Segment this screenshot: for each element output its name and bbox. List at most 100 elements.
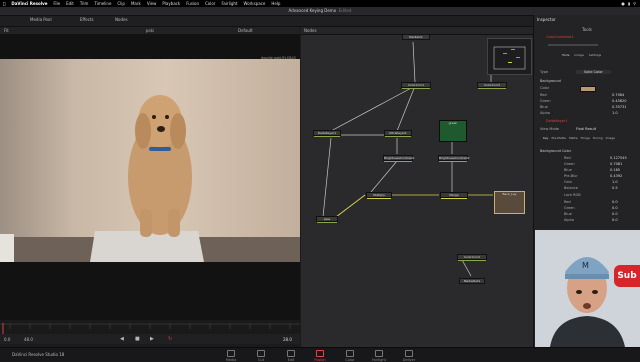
node-multiply[interactable]: Multiply — [366, 192, 392, 199]
wifi-icon[interactable]: ● — [621, 1, 625, 6]
k-blue-label: Blue — [564, 168, 572, 172]
node-brightness1[interactable]: BrightnessContrast1 — [383, 155, 415, 162]
menu-mark[interactable]: Mark — [131, 1, 141, 6]
r2-red-label: Red — [564, 200, 571, 204]
node-green[interactable]: green — [439, 120, 467, 142]
k-red-value[interactable]: 0.127545 — [610, 156, 627, 160]
global-slider[interactable] — [548, 44, 598, 46]
app-name[interactable]: DaVinci Resolve — [11, 1, 47, 6]
dog-photo — [0, 95, 300, 262]
page-fairlight[interactable]: Fairlight — [366, 350, 392, 362]
r2-blue-value[interactable]: 0.0 — [612, 212, 618, 216]
tab-settings[interactable]: Settings — [589, 53, 601, 57]
mac-menu-bar:  DaVinci Resolve File Edit Trim Timelin… — [0, 0, 640, 7]
gain-value[interactable]: 1.0 — [612, 180, 618, 184]
media-pool-button[interactable]: Media Pool — [30, 17, 52, 22]
r2-green-value[interactable]: 0.0 — [612, 206, 618, 210]
view-mode-label: View Mode — [540, 127, 559, 131]
node-colorcorr2[interactable]: ColorCorr2 — [457, 254, 487, 261]
menu-file[interactable]: File — [53, 1, 60, 6]
play-icon[interactable]: ▶ — [150, 336, 154, 342]
page-color[interactable]: Color — [337, 350, 363, 362]
menu-clip[interactable]: Clip — [117, 1, 125, 6]
frame-end[interactable]: 48.0 — [24, 337, 33, 342]
inspector-node2-title[interactable]: DeltaKeyer1 — [546, 119, 568, 123]
page-navigation-bar: DaVinci Resolve Studio 18 Media Cut Edit… — [0, 347, 640, 362]
node-colorcorr3[interactable]: ColorCorr3 — [477, 82, 507, 89]
tab-image2[interactable]: Image — [606, 136, 615, 140]
node-brightness2[interactable]: BrightnessContrast2 — [438, 155, 470, 162]
node-pipe[interactable]: pipe — [316, 216, 338, 223]
node-colorcorr[interactable]: ColorCorr1 — [401, 82, 431, 89]
page-cut[interactable]: Cut — [248, 350, 274, 362]
k-green-value[interactable]: 0.7081 — [610, 162, 622, 166]
menu-view[interactable]: View — [147, 1, 157, 6]
stop-icon[interactable]: ■ — [135, 336, 140, 342]
menu-help[interactable]: Help — [271, 1, 280, 6]
alpha-value[interactable]: 1.0 — [612, 111, 618, 115]
menu-fairlight[interactable]: Fairlight — [221, 1, 237, 6]
inspector-node1-title[interactable]: ColorCorrector1 — [546, 35, 574, 39]
tab-key[interactable]: Key — [543, 136, 548, 140]
node-navigator[interactable] — [487, 38, 532, 75]
loop-icon[interactable]: ↻ — [168, 336, 172, 342]
apple-logo-icon[interactable]:  — [3, 1, 5, 6]
viewer-image — [0, 59, 300, 262]
section-background-color: Background Color — [540, 149, 572, 153]
menu-color[interactable]: Color — [205, 1, 215, 6]
webcam-overlay: M Sub — [535, 230, 640, 347]
preblur-value[interactable]: 0.4392 — [610, 174, 622, 178]
green-label: Green — [540, 99, 551, 103]
tab-prematte[interactable]: Pre-Matte — [551, 136, 565, 140]
menu-timeline[interactable]: Timeline — [94, 1, 111, 6]
balance-value[interactable]: 0.5 — [612, 186, 618, 190]
blue-value[interactable]: 0.35731 — [612, 105, 626, 109]
color-swatch[interactable] — [580, 86, 596, 92]
menu-fusion[interactable]: Fusion — [186, 1, 199, 6]
node-mediain[interactable]: MediaIn1 — [402, 34, 430, 40]
timecode: 28.0 — [283, 337, 292, 342]
node-back-lay[interactable]: Back_Lay — [494, 191, 525, 214]
menu-edit[interactable]: Edit — [66, 1, 74, 6]
page-deliver[interactable]: Deliver — [396, 350, 422, 362]
gain-label: Gain — [564, 180, 573, 184]
node-mediaout[interactable]: MediaOut1 — [459, 278, 485, 284]
tab-image[interactable]: Image — [574, 53, 583, 57]
tab-matte[interactable]: Matte — [569, 136, 578, 140]
tab-tools[interactable]: Tools — [562, 53, 569, 57]
node-ultrakeyer[interactable]: UltraKeyer1 — [384, 130, 412, 137]
timeline-ruler[interactable] — [0, 320, 300, 334]
k-blue-value[interactable]: 0.165 — [610, 168, 620, 172]
page-fusion[interactable]: Fusion — [307, 350, 333, 362]
search-icon[interactable]: ⚲ — [633, 1, 636, 6]
lock-rgb-label[interactable]: Lock RGB — [564, 193, 581, 197]
menu-playback[interactable]: Playback — [162, 1, 180, 6]
tab-tuning[interactable]: Tuning — [593, 136, 603, 140]
red-value[interactable]: 0.7064 — [612, 93, 624, 97]
subscribe-badge[interactable]: Sub — [614, 265, 640, 287]
menu-workspace[interactable]: Workspace — [243, 1, 265, 6]
timeline-ticks — [0, 323, 300, 334]
frame-start[interactable]: 0.0 — [4, 337, 10, 342]
inspector-tools-tab[interactable]: Tools — [582, 27, 592, 32]
view-mode-value[interactable]: Final Result — [576, 127, 596, 131]
nodes-button[interactable]: Nodes — [115, 17, 128, 22]
effects-button[interactable]: Effects — [80, 17, 94, 22]
inspector-tabs1: Tools Image Settings — [562, 53, 601, 57]
r2-alpha-value[interactable]: 0.0 — [612, 218, 618, 222]
red-label: Red — [540, 93, 547, 97]
node-deltakeyer[interactable]: DeltaKeyer1 — [313, 130, 341, 137]
page-media[interactable]: Media — [218, 350, 244, 362]
play-reverse-icon[interactable]: ◀ — [120, 336, 124, 342]
green-value[interactable]: 0.45620 — [612, 99, 626, 103]
tab-fringe[interactable]: Fringe — [581, 136, 590, 140]
r2-blue-label: Blue — [564, 212, 572, 216]
fusion-page-icon — [316, 350, 324, 357]
page-edit[interactable]: Edit — [278, 350, 304, 362]
menu-trim[interactable]: Trim — [80, 1, 89, 6]
type-dropdown[interactable]: Solid Color — [576, 70, 611, 74]
viewer-lut[interactable]: Default — [238, 28, 253, 33]
battery-icon[interactable]: ▮ — [628, 1, 630, 6]
node-merge[interactable]: Merge — [440, 192, 468, 199]
r2-red-value[interactable]: 0.0 — [612, 200, 618, 204]
